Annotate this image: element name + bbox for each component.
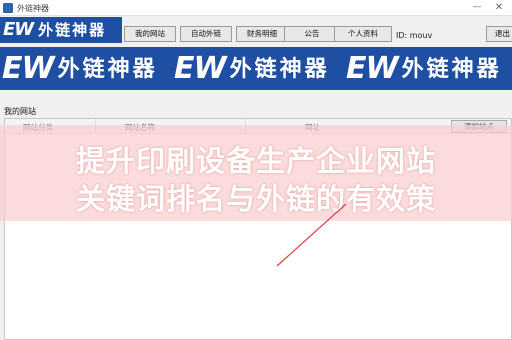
pointer-arrow-line [276,203,347,267]
pointer-arrow [276,203,347,267]
